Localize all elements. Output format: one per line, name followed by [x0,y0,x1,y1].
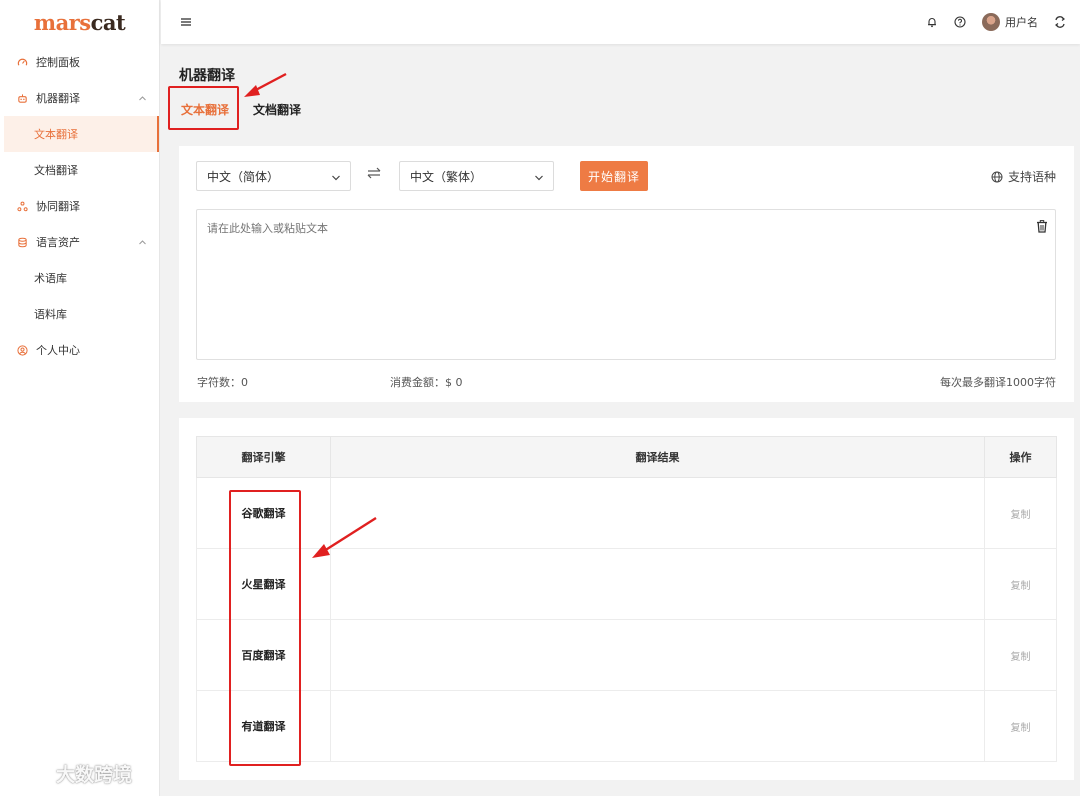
sidebar-item-dashboard[interactable]: 控制面板 [0,44,159,80]
sidebar-item-language-assets[interactable]: 语言资产 [0,224,159,260]
translation-result [330,690,985,762]
top-header: 用户名 [161,0,1080,44]
cost-amount: 消费金额：$ 0 [390,374,463,390]
sidebar-item-termbase[interactable]: 术语库 [0,260,159,296]
database-icon [16,236,28,248]
results-table: 翻译引擎 翻译结果 操作 谷歌翻译 复制 火星翻译 复制 百度翻译 复制 有道翻… [196,436,1057,762]
header-actions: 用户名 [910,13,1066,31]
source-language-value: 中文（简体） [207,169,280,184]
sidebar-item-text-translation[interactable]: 文本翻译 [4,116,159,152]
robot-icon [16,92,28,104]
bell-icon[interactable] [926,16,938,28]
globe-icon [991,171,1003,182]
supported-languages-label: 支持语种 [1007,170,1056,184]
sidebar-item-collab-translation[interactable]: 协同翻译 [0,188,159,224]
chevron-up-icon [138,93,147,106]
chevron-down-icon [331,172,341,186]
translation-result [330,477,985,549]
avatar [982,13,1000,31]
copy-button[interactable]: 复制 [984,690,1057,762]
logo-text-a: mars [33,9,91,35]
chevron-down-icon [534,172,544,186]
switch-icon[interactable] [1054,16,1066,28]
column-header-engine: 翻译引擎 [196,436,331,478]
dashboard-icon [16,56,28,68]
copy-button[interactable]: 复制 [984,477,1057,549]
translation-result [330,619,985,691]
char-count: 字符数：0 [197,374,248,390]
translation-result [330,548,985,620]
tab-doc-translation[interactable]: 文档翻译 [253,101,301,118]
sidebar-item-machine-translation[interactable]: 机器翻译 [0,80,159,116]
collab-icon [16,200,28,212]
column-header-action: 操作 [984,436,1057,478]
cost-label: 消费金额： [390,376,445,389]
sidebar: mars cat 控制面板 机器翻译 文本翻译 文档翻译 协同翻译 语言资产 术语… [0,0,160,796]
user-icon [16,344,28,356]
cost-value: $ 0 [445,376,463,389]
start-translation-button[interactable]: 开始翻译 [580,161,648,191]
username: 用户名 [1005,16,1038,29]
translate-panel: 中文（简体） 中文（繁体） 开始翻译 支持语种 字符数：0 消费金额：$ 0 每… [179,146,1074,402]
limit-note: 每次最多翻译1000字符 [940,376,1056,389]
char-count-value: 0 [241,376,248,389]
char-count-label: 字符数： [197,376,241,389]
supported-languages-link[interactable]: 支持语种 [991,168,1056,185]
table-row: 百度翻译 复制 [196,619,1057,691]
target-language-select[interactable]: 中文（繁体） [399,161,554,191]
sidebar-item-label: 术语库 [34,272,67,285]
annotation-arrow-tab [244,72,287,97]
marscat-logo[interactable]: mars cat [0,0,159,44]
swap-languages-icon[interactable] [367,167,381,183]
table-row: 有道翻译 复制 [196,690,1057,762]
watermark-logo-icon [10,765,45,782]
logo-text-b: cat [90,9,126,35]
trash-icon[interactable] [1036,218,1048,237]
source-language-select[interactable]: 中文（简体） [196,161,351,191]
sidebar-item-label: 机器翻译 [36,92,80,105]
sidebar-item-personal-center[interactable]: 个人中心 [0,332,159,368]
sidebar-item-label: 协同翻译 [36,200,80,213]
sidebar-item-label: 语言资产 [36,236,80,249]
sidebar-item-label: 语料库 [34,308,67,321]
column-header-result: 翻译结果 [330,436,985,478]
sidebar-item-label: 文本翻译 [34,128,78,141]
copy-button[interactable]: 复制 [984,619,1057,691]
sidebar-item-label: 文档翻译 [34,164,78,177]
copy-button[interactable]: 复制 [984,548,1057,620]
source-text-input[interactable] [196,209,1056,360]
menu-toggle-icon[interactable] [179,15,193,29]
user-menu[interactable]: 用户名 [982,13,1038,31]
watermark: 大数跨境 [10,760,132,787]
table-header-row: 翻译引擎 翻译结果 操作 [196,436,1057,478]
annotation-arrow-engines [312,516,377,558]
sidebar-item-corpus[interactable]: 语料库 [0,296,159,332]
help-icon[interactable] [954,16,966,28]
sidebar-item-label: 个人中心 [36,344,80,357]
page-title: 机器翻译 [179,68,235,84]
results-panel: 翻译引擎 翻译结果 操作 谷歌翻译 复制 火星翻译 复制 百度翻译 复制 有道翻… [179,418,1074,780]
annotation-box-tab [168,86,239,130]
watermark-text: 大数跨境 [56,764,133,786]
target-language-value: 中文（繁体） [410,169,483,184]
annotation-box-engines [229,490,301,766]
chevron-up-icon [138,237,147,250]
sidebar-item-label: 控制面板 [36,56,80,69]
sidebar-item-doc-translation[interactable]: 文档翻译 [0,152,159,188]
